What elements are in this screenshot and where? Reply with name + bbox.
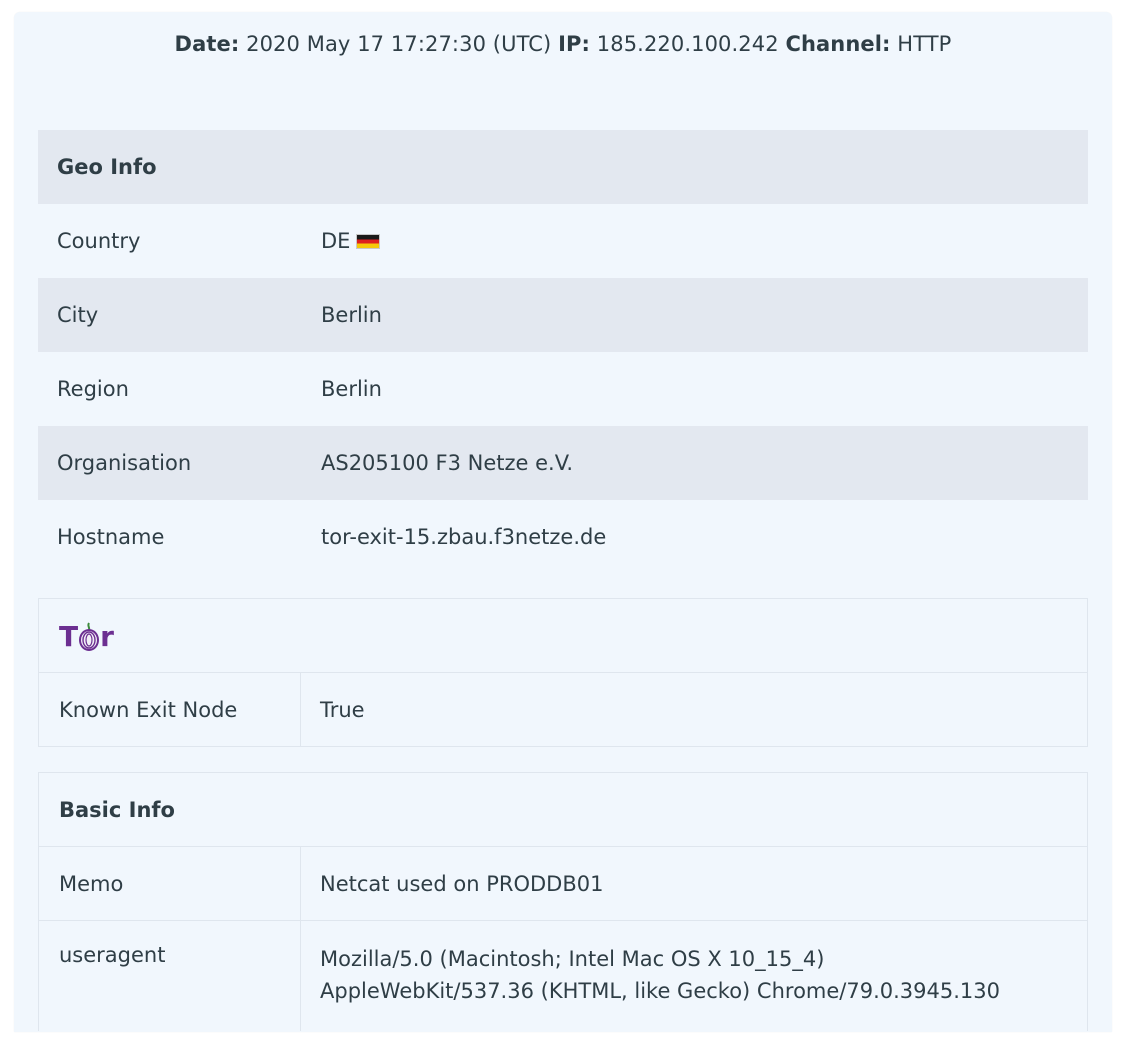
table-row: Known Exit Node True (39, 672, 1087, 746)
useragent-line-2: AppleWebKit/537.36 (KHTML, like Gecko) C… (320, 979, 1001, 1003)
table-row: Memo Netcat used on PRODDB01 (39, 846, 1087, 920)
tor-onion-icon (79, 621, 100, 651)
city-value: Berlin (321, 303, 382, 327)
canarytoken-alert-panel: Date: 2020 May 17 17:27:30 (UTC) IP: 185… (14, 12, 1112, 1032)
alert-header: Date: 2020 May 17 17:27:30 (UTC) IP: 185… (14, 32, 1112, 56)
country-key: Country (57, 229, 141, 253)
city-key: City (57, 303, 99, 327)
region-value: Berlin (321, 377, 382, 401)
useragent-line-1: Mozilla/5.0 (Macintosh; Intel Mac OS X 1… (320, 947, 825, 971)
channel-label: Channel: (785, 32, 891, 56)
geo-info-table: Geo Info Country DE City Berlin Region B… (38, 130, 1088, 574)
table-row: Hostname tor-exit-15.zbau.f3netze.de (38, 500, 1088, 574)
known-exit-node-key: Known Exit Node (39, 673, 301, 746)
table-row: Region Berlin (38, 352, 1088, 426)
germany-flag-icon (356, 233, 381, 249)
table-row: Organisation AS205100 F3 Netze e.V. (38, 426, 1088, 500)
geo-info-title: Geo Info (57, 155, 157, 179)
tor-info-box: T r Known Exit Node True (38, 598, 1088, 747)
date-label: Date: (174, 32, 240, 56)
useragent-key: useragent (39, 921, 301, 1031)
basic-info-title: Basic Info (59, 797, 175, 822)
ip-value: 185.220.100.242 (596, 32, 779, 56)
tor-logo-t: T (59, 619, 79, 653)
organisation-key: Organisation (57, 451, 192, 475)
geo-info-header: Geo Info (38, 130, 1088, 204)
hostname-value: tor-exit-15.zbau.f3netze.de (321, 525, 607, 549)
date-value: 2020 May 17 17:27:30 (UTC) (246, 32, 552, 56)
ip-label: IP: (558, 32, 591, 56)
table-row: City Berlin (38, 278, 1088, 352)
country-value: DE (321, 229, 351, 253)
basic-info-box: Basic Info Memo Netcat used on PRODDB01 … (38, 772, 1088, 1031)
memo-value: Netcat used on PRODDB01 (320, 871, 604, 896)
memo-key: Memo (39, 847, 301, 920)
tor-info-header: T r (39, 599, 1087, 672)
hostname-key: Hostname (57, 525, 165, 549)
country-value-cell: DE (321, 229, 1088, 253)
table-row: useragent Mozilla/5.0 (Macintosh; Intel … (39, 920, 1087, 1031)
useragent-value: Mozilla/5.0 (Macintosh; Intel Mac OS X 1… (301, 921, 1087, 1053)
tor-logo-r: r (100, 619, 114, 653)
organisation-value: AS205100 F3 Netze e.V. (321, 451, 574, 475)
tor-logo: T r (59, 621, 114, 651)
known-exit-node-value: True (320, 697, 365, 722)
region-key: Region (57, 377, 129, 401)
table-row: Country DE (38, 204, 1088, 278)
channel-value: HTTP (897, 32, 952, 56)
